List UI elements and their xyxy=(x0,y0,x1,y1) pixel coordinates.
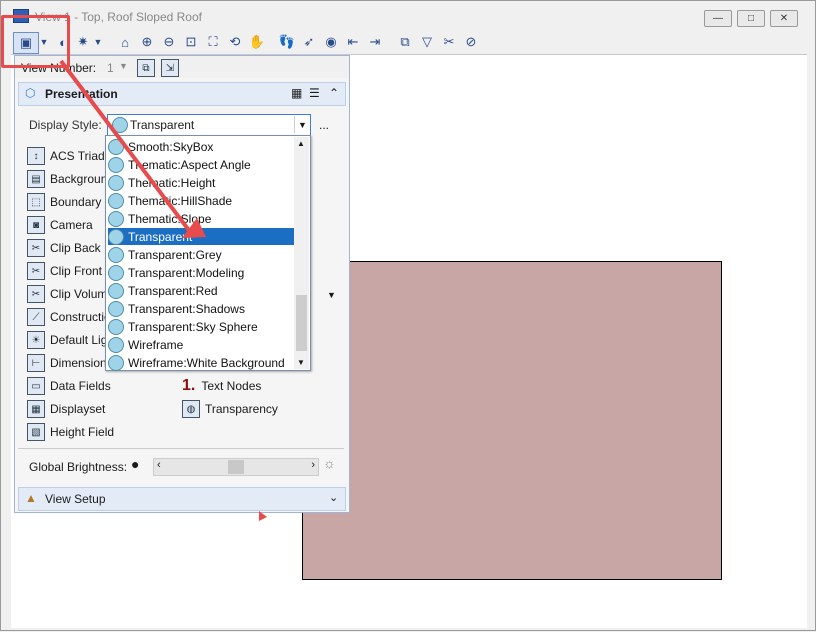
view-window: View 1 - Top, Roof Sloped Roof — □ ✕ ▣ ▼… xyxy=(0,0,816,631)
annotation-arrow xyxy=(59,59,267,521)
